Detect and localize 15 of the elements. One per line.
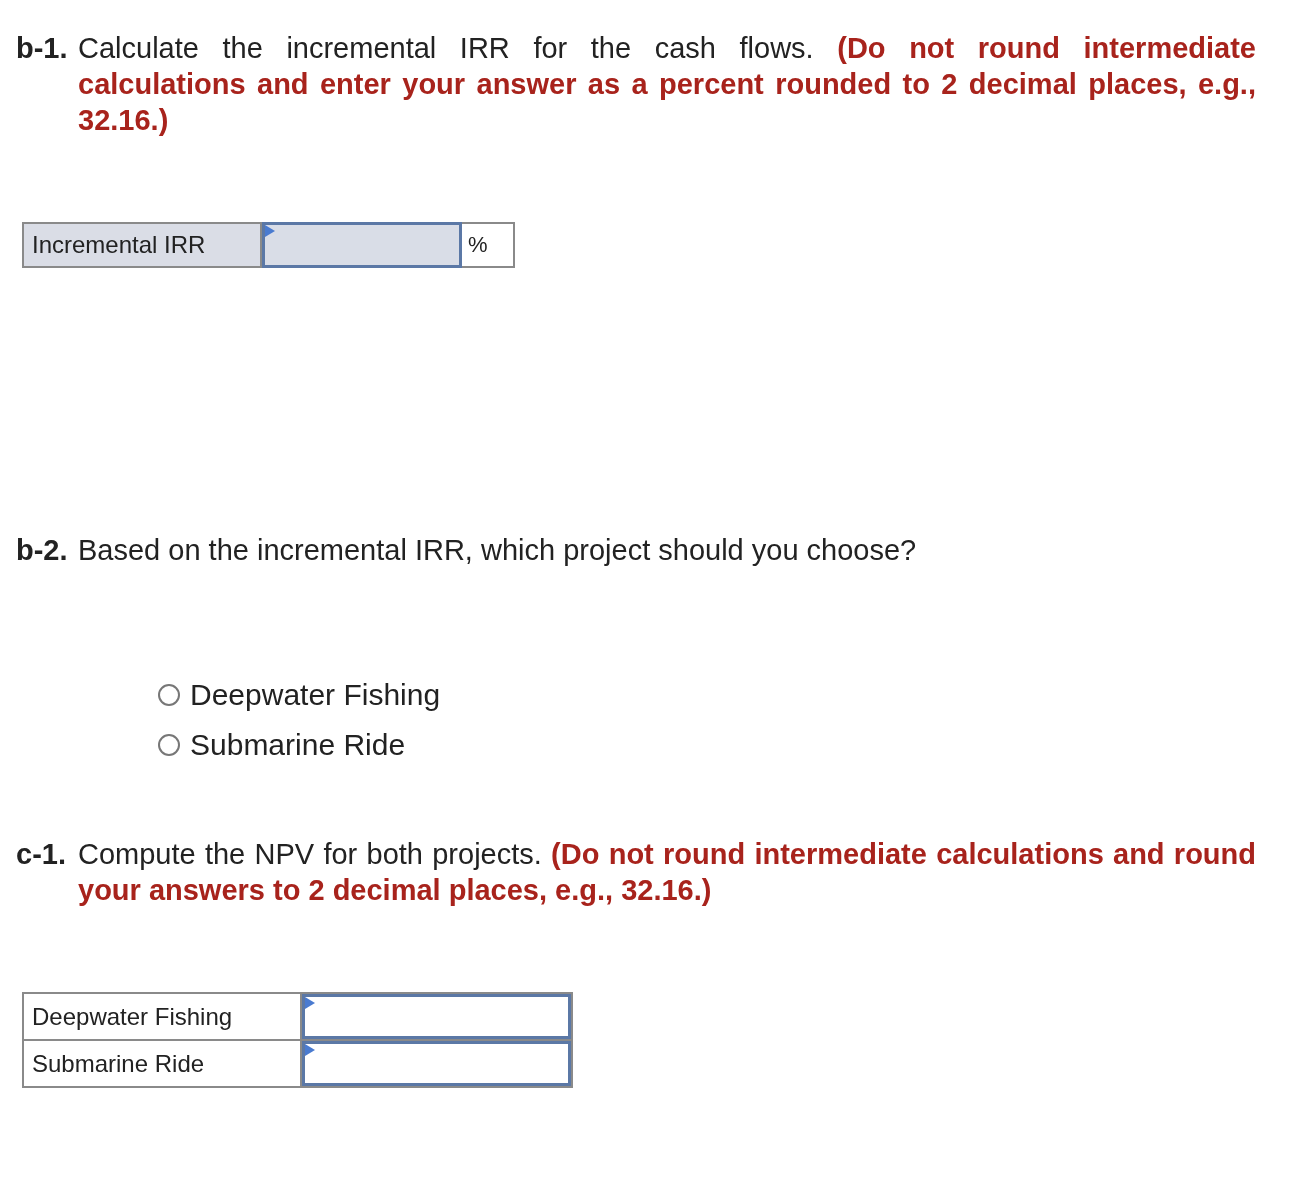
question-number: c-1. <box>16 837 67 872</box>
question-text: Compute the NPV for both projects. (Do not round intermediate calculations and round your answers to 2 decimal places, e.g., 32.16.) <box>78 837 1256 908</box>
question-text: Based on the incremental IRR, which project should you choose? <box>78 533 918 568</box>
option-label[interactable]: Submarine Ride <box>190 728 406 762</box>
radio-button[interactable] <box>158 684 180 706</box>
radio-button[interactable] <box>158 734 180 756</box>
unit-label: % <box>462 222 515 268</box>
triangle-icon <box>265 225 275 237</box>
option-label[interactable]: Deepwater Fishing <box>190 678 441 712</box>
triangle-icon <box>305 997 316 1009</box>
triangle-icon <box>305 1044 316 1056</box>
question-number: b-1. <box>16 31 69 66</box>
row-label: Incremental IRR <box>22 222 262 268</box>
question-number: b-2. <box>16 533 69 568</box>
question-text: Calculate the incremental IRR for the cash flows. (Do not round intermediate calculations and enter your answer as a percent rounded to 2 decimal places, e.g., 32.16.) <box>78 31 1256 138</box>
